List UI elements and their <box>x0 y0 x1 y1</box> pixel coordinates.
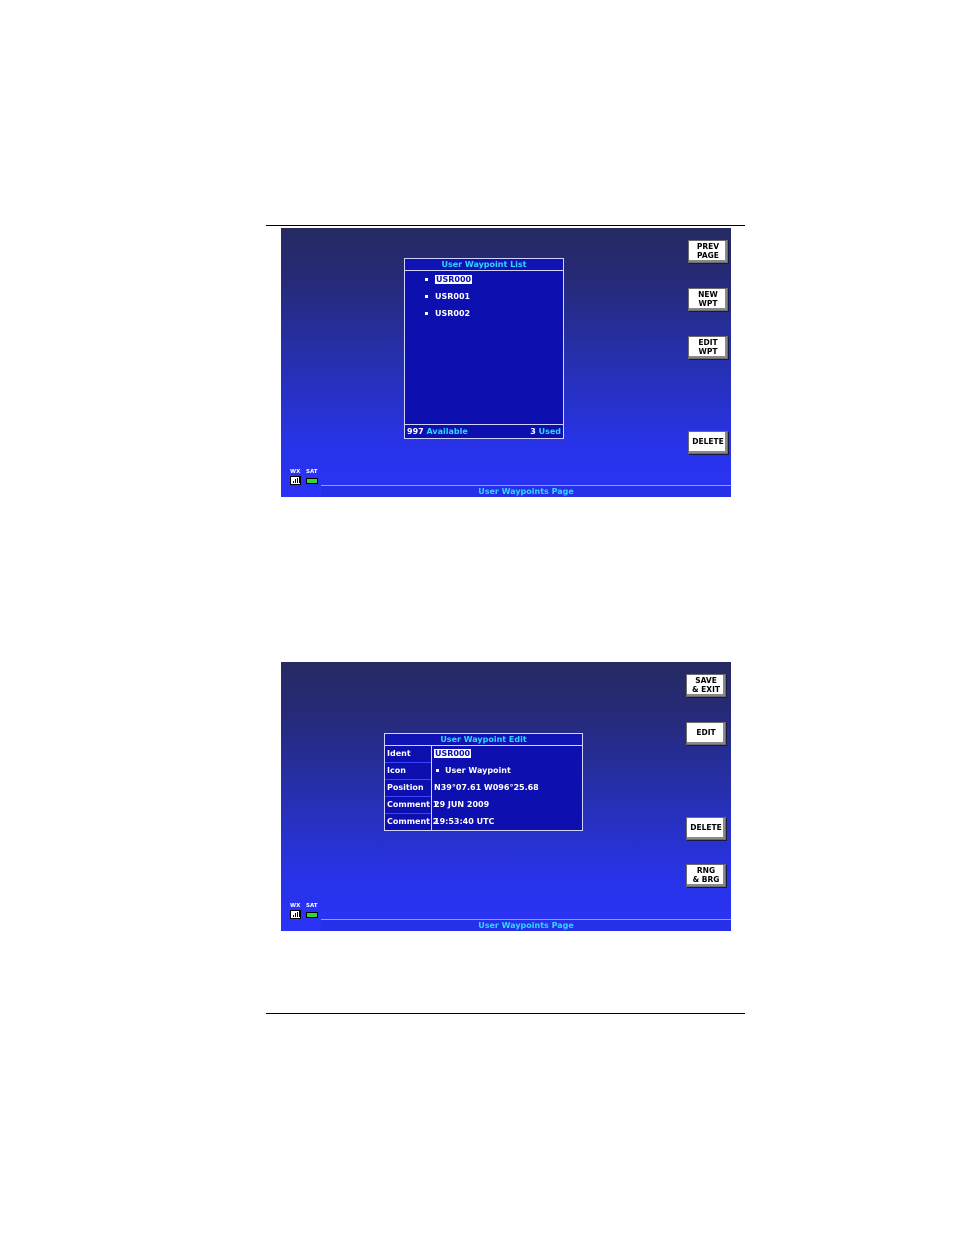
waypoint-list-item[interactable]: USR002 <box>425 309 470 319</box>
waypoint-bullet-icon <box>425 312 428 315</box>
ident-label: Ident <box>387 749 411 758</box>
new-wpt-button[interactable]: NEW WPT <box>688 288 728 311</box>
available-count: 997 Available <box>407 427 468 436</box>
save-exit-button[interactable]: SAVE & EXIT <box>686 674 726 697</box>
icon-value[interactable]: User Waypoint <box>436 766 511 776</box>
waypoint-list-window: User Waypoint List USR000 USR001 USR002 … <box>404 258 564 439</box>
waypoint-list-item[interactable]: USR000 <box>425 275 473 285</box>
waypoint-bullet-icon <box>425 295 428 298</box>
page-status-bar: User Waypoints Page <box>321 919 731 931</box>
list-footer: 997 Available 3 Used <box>405 424 563 438</box>
used-count: 3 Used <box>530 427 561 436</box>
wx-label: WX <box>290 469 301 475</box>
waypoint-list-item[interactable]: USR001 <box>425 292 470 302</box>
sat-label: SAT <box>306 903 318 909</box>
delete-button[interactable]: DELETE <box>688 431 728 454</box>
wx-signal-icon <box>290 910 301 919</box>
comment1-label: Comment 1 <box>387 800 439 809</box>
position-value[interactable]: N39°07.61 W096°25.68 <box>434 783 539 793</box>
wx-label: WX <box>290 903 301 909</box>
sat-battery-icon <box>306 912 318 918</box>
ident-value[interactable]: USR000 <box>434 749 472 759</box>
row-divider <box>385 762 431 763</box>
bottom-rule <box>266 1013 745 1014</box>
sat-label: SAT <box>306 469 318 475</box>
page-status-bar: User Waypoints Page <box>321 485 731 497</box>
position-label: Position <box>387 783 424 792</box>
row-divider <box>385 813 431 814</box>
sat-battery-icon <box>306 478 318 484</box>
comment1-value[interactable]: 29 JUN 2009 <box>434 800 489 810</box>
comment2-value[interactable]: 19:53:40 UTC <box>434 817 494 827</box>
rng-brg-button[interactable]: RNG & BRG <box>686 864 726 887</box>
status-indicators: WX SAT <box>284 903 321 929</box>
waypoint-edit-window: User Waypoint Edit Ident USR000 Icon Use… <box>384 733 583 831</box>
waypoint-ident: USR002 <box>435 309 471 318</box>
comment2-label: Comment 2 <box>387 817 439 826</box>
edit-button[interactable]: EDIT <box>686 722 726 745</box>
row-divider <box>385 796 431 797</box>
row-divider <box>385 779 431 780</box>
waypoint-edit-title: User Waypoint Edit <box>385 734 582 746</box>
waypoint-list-title: User Waypoint List <box>405 259 563 271</box>
edit-wpt-button[interactable]: EDIT WPT <box>688 336 728 359</box>
user-waypoint-list-screen: PREV PAGE NEW WPT EDIT WPT DELETE User W… <box>281 228 731 497</box>
waypoint-symbol-icon <box>436 769 439 772</box>
prev-page-button[interactable]: PREV PAGE <box>688 240 728 263</box>
waypoint-bullet-icon <box>425 278 428 281</box>
waypoint-ident: USR001 <box>435 292 471 301</box>
wx-signal-icon <box>290 476 301 485</box>
top-rule <box>266 225 745 226</box>
delete-button[interactable]: DELETE <box>686 817 726 840</box>
waypoint-ident: USR000 <box>435 275 473 284</box>
icon-label: Icon <box>387 766 406 775</box>
user-waypoint-edit-screen: SAVE & EXIT EDIT DELETE RNG & BRG User W… <box>281 662 731 931</box>
status-indicators: WX SAT <box>284 469 321 495</box>
